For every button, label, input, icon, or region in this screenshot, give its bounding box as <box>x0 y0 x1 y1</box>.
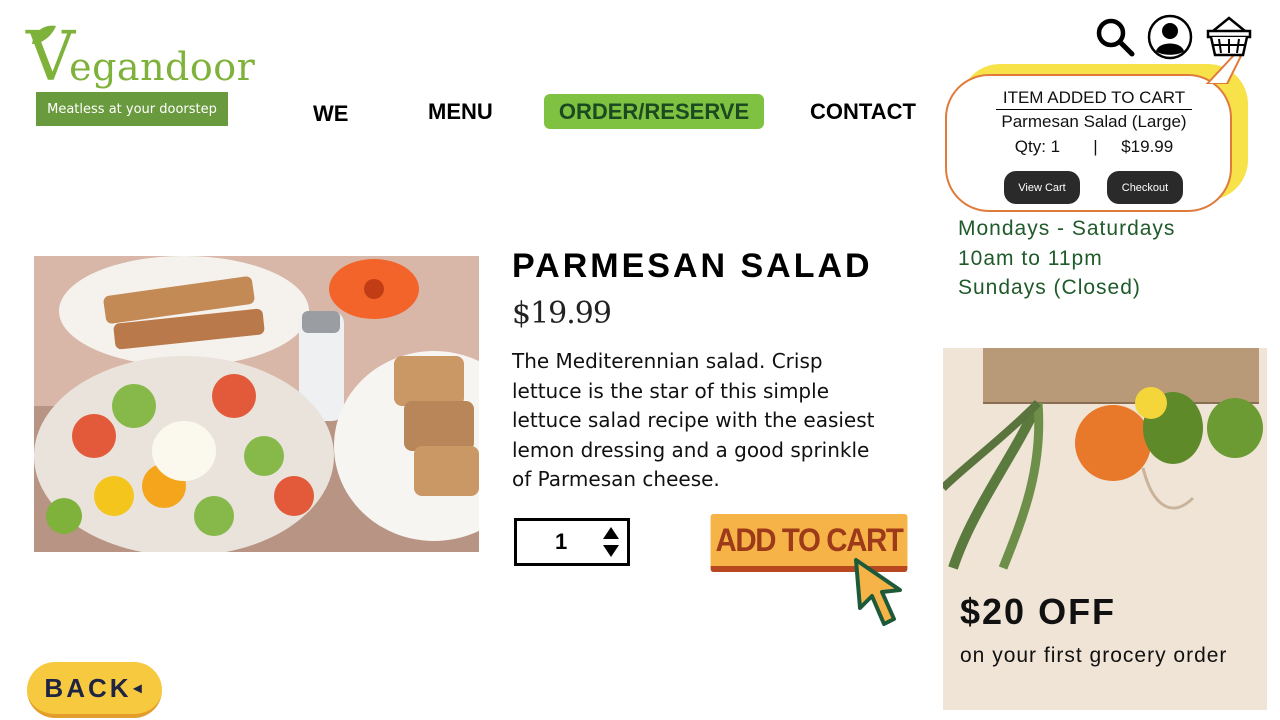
popup-title: ITEM ADDED TO CART <box>996 88 1192 110</box>
brand-logo[interactable]: Vegandoor Meatless at your doorstep <box>26 20 255 126</box>
grocery-bag-illustration <box>943 348 1267 588</box>
nav-item-we[interactable]: WE <box>313 101 348 127</box>
leaf-icon <box>32 25 56 44</box>
nav-item-order-reserve[interactable]: ORDER/RESERVE <box>544 94 764 129</box>
nav-item-contact[interactable]: CONTACT <box>810 99 916 125</box>
opening-hours: Mondays - Saturdays 10am to 11pm Sundays… <box>958 214 1175 303</box>
hours-line: 10am to 11pm <box>958 246 1103 270</box>
user-account-icon[interactable] <box>1147 14 1193 60</box>
salad-photo-illustration <box>34 256 479 552</box>
search-icon[interactable] <box>1094 16 1136 58</box>
back-arrow-icon: ◂ <box>133 680 145 697</box>
nav-item-menu[interactable]: MENU <box>428 99 493 125</box>
product-price: $19.99 <box>512 296 612 331</box>
shopping-basket-icon[interactable] <box>1205 15 1253 59</box>
grocery-promo-banner[interactable]: $20 OFF on your first grocery order <box>943 348 1267 710</box>
brand-name: egandoor <box>69 45 256 89</box>
promo-title: $20 OFF <box>960 591 1117 632</box>
hours-line: Mondays - Saturdays <box>958 217 1176 240</box>
promo-subtitle: on your first grocery order <box>960 644 1228 667</box>
back-label: BACK <box>44 672 132 703</box>
decrement-arrow-icon[interactable] <box>603 545 619 557</box>
brand-wordmark: Vegandoor <box>26 20 255 92</box>
product-title: PARMESAN SALAD <box>512 247 873 285</box>
increment-arrow-icon[interactable] <box>603 527 619 539</box>
quantity-value: 1 <box>555 529 568 554</box>
product-photo <box>34 256 479 552</box>
brand-tagline: Meatless at your doorstep <box>36 92 228 126</box>
checkout-button[interactable]: Checkout <box>1107 171 1183 204</box>
popup-item-name: Parmesan Salad (Large) <box>1001 112 1187 131</box>
popup-qty-price: Qty: 1 | $19.99 <box>1014 137 1174 156</box>
view-cart-button[interactable]: View Cart <box>1004 171 1080 204</box>
product-description: The Mediterennian salad. Crisp lettuce i… <box>512 349 875 491</box>
pointer-cursor-icon <box>854 558 902 626</box>
hours-line: Sundays (Closed) <box>958 276 1141 299</box>
quantity-stepper[interactable]: 1 <box>514 518 630 566</box>
back-button[interactable]: BACK ◂ <box>27 662 162 718</box>
